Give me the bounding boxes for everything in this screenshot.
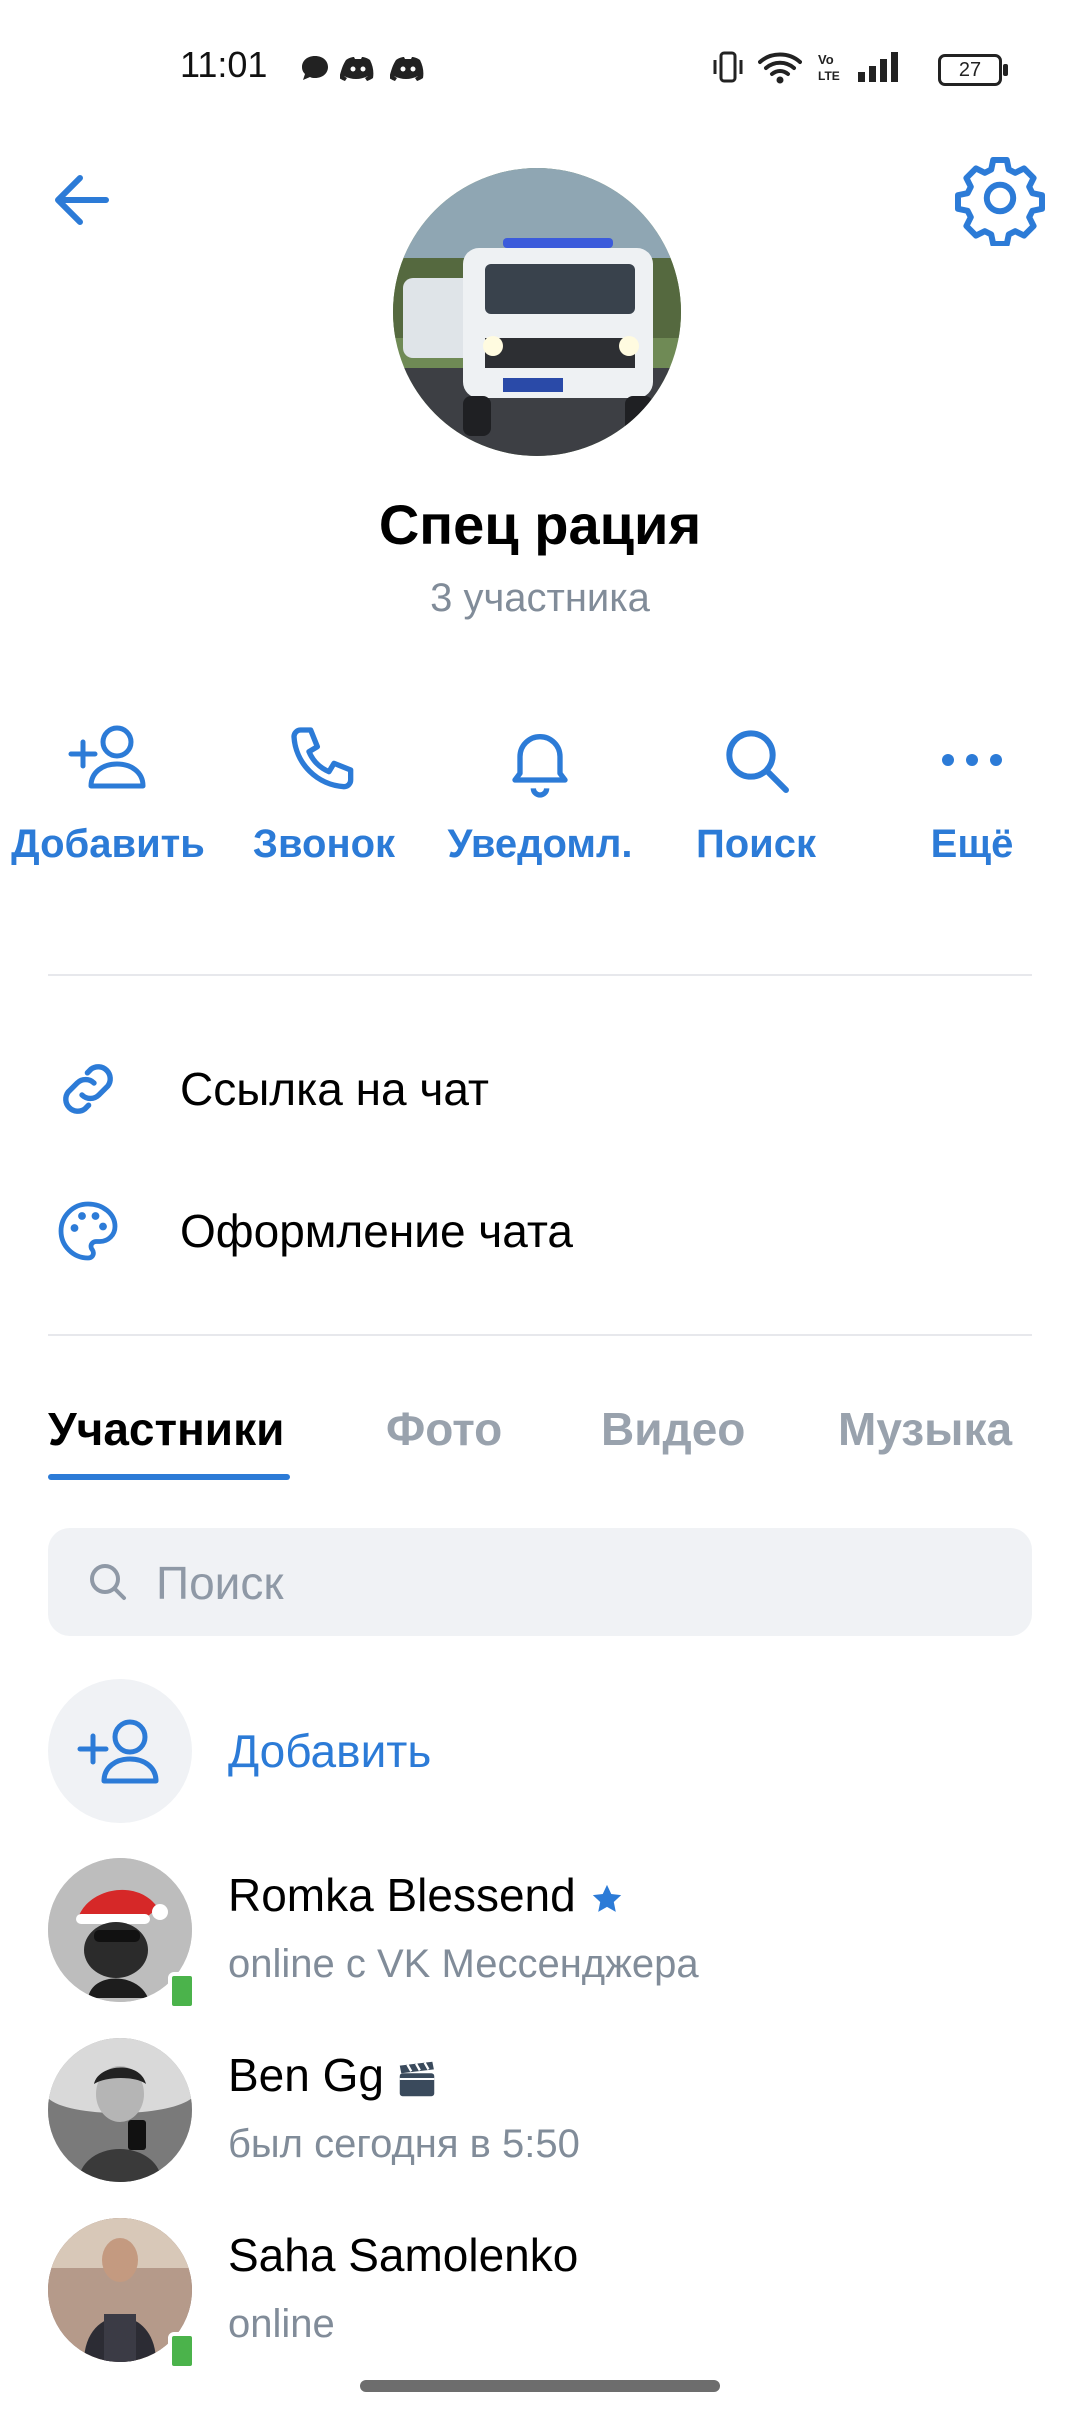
chat-appearance-row[interactable]: Оформление чата <box>0 1162 1080 1292</box>
phone-icon <box>291 727 354 790</box>
divider <box>48 1334 1032 1336</box>
svg-text:Vo: Vo <box>818 52 834 67</box>
member-row[interactable]: Ben Gg был сегодня в 5:50 <box>0 2036 1080 2206</box>
search-placeholder: Поиск <box>156 1557 284 1609</box>
chat-notification-icon <box>302 56 328 80</box>
signal-icon <box>858 52 898 82</box>
tab-photo[interactable]: Фото <box>386 1402 502 1456</box>
chat-avatar[interactable] <box>393 168 681 456</box>
gear-icon <box>955 157 1045 247</box>
add-member-row[interactable]: Добавить <box>0 1676 1080 1846</box>
action-call-button[interactable]: Звонок <box>216 720 432 890</box>
chat-title: Спец рация <box>378 493 702 556</box>
member-name: Saha Samolenko <box>228 2229 579 2281</box>
action-label: Ещё <box>930 822 1014 866</box>
chat-link-row[interactable]: Ссылка на чат <box>0 1020 1080 1150</box>
tab-music[interactable]: Музыка <box>838 1402 1012 1456</box>
search-icon <box>726 730 789 793</box>
action-more-button[interactable]: Ещё <box>864 720 1080 890</box>
tab-participants[interactable]: Участники <box>48 1402 284 1456</box>
palette-icon <box>58 1201 118 1261</box>
arrow-left-icon <box>55 175 109 225</box>
action-label: Звонок <box>252 822 396 866</box>
members-search-input[interactable]: Поиск <box>48 1528 1032 1636</box>
member-status: online с VK Мессенджера <box>228 1942 699 1986</box>
chat-appearance-label: Оформление чата <box>180 1205 573 1257</box>
volte-icon: Vo LTE <box>818 52 840 83</box>
vibrate-icon <box>713 51 743 83</box>
tab-video[interactable]: Видео <box>601 1402 745 1456</box>
settings-button[interactable] <box>952 150 1048 247</box>
bell-icon <box>512 734 568 798</box>
back-button[interactable] <box>44 160 124 240</box>
chat-link-label: Ссылка на чат <box>180 1063 489 1115</box>
member-name: Romka Blessend <box>228 1868 624 1922</box>
online-indicator <box>168 1972 196 2010</box>
svg-text:LTE: LTE <box>818 69 840 83</box>
discord-notification-icon <box>340 57 374 81</box>
active-tab-indicator <box>48 1474 290 1480</box>
more-icon <box>942 754 1002 766</box>
add-member-avatar <box>48 1679 192 1823</box>
add-member-label: Добавить <box>228 1725 432 1777</box>
search-icon <box>90 1564 126 1600</box>
police-car-photo <box>393 168 681 456</box>
action-label: Добавить <box>11 822 205 866</box>
member-name: Ben Gg <box>228 2048 440 2102</box>
home-indicator[interactable] <box>360 2380 720 2392</box>
avatar-image <box>48 2038 192 2182</box>
action-label: Уведомл. <box>447 822 633 866</box>
online-indicator <box>168 2332 196 2370</box>
add-user-icon <box>77 1719 159 1784</box>
avatar <box>48 2038 192 2182</box>
clapperboard-icon <box>399 2061 435 2097</box>
status-time: 11:01 <box>180 44 268 85</box>
divider <box>48 974 1032 976</box>
discord-notification-icon-2 <box>390 57 424 81</box>
battery-indicator: 27 <box>938 54 1008 86</box>
action-search-button[interactable]: Поиск <box>648 720 864 890</box>
participants-count[interactable]: 3 участника <box>0 576 1080 621</box>
star-icon <box>592 1884 621 1912</box>
action-notifications-button[interactable]: Уведомл. <box>432 720 648 890</box>
action-label: Поиск <box>695 822 817 866</box>
member-status: был сегодня в 5:50 <box>228 2122 580 2166</box>
link-icon <box>63 1064 113 1114</box>
action-add-button[interactable]: Добавить <box>0 720 216 890</box>
add-user-icon <box>68 725 146 789</box>
member-row[interactable]: Romka Blessend online с VK Мессенджера <box>0 1856 1080 2026</box>
member-row[interactable]: Saha Samolenko online <box>0 2216 1080 2386</box>
wifi-icon <box>758 52 802 84</box>
member-status: online <box>228 2302 335 2346</box>
